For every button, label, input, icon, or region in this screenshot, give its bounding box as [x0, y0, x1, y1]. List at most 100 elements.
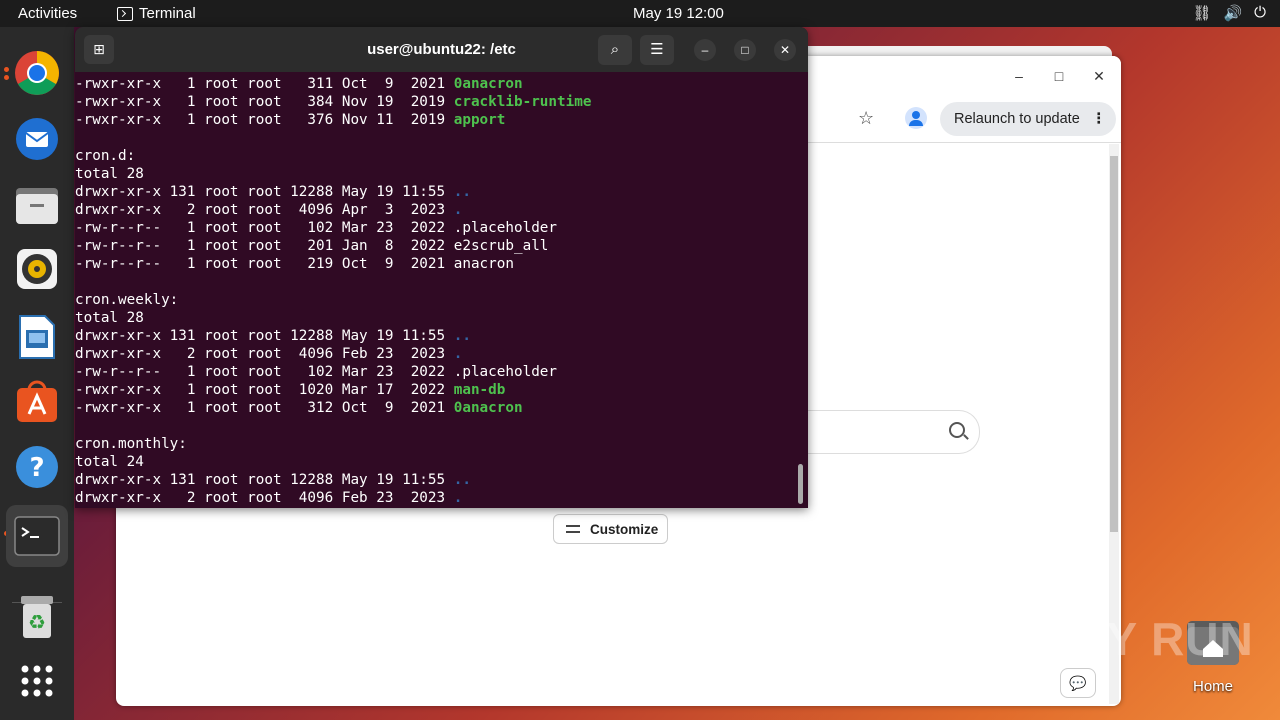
- terminal-line: drwxr-xr-x 131 root root 12288 May 19 11…: [75, 471, 800, 489]
- line-text: drwxr-xr-x 131 root root 12288 May 19 11…: [75, 472, 454, 488]
- file-name: 0anacron: [453, 400, 523, 416]
- file-name: .placeholder: [453, 364, 558, 380]
- close-icon[interactable]: ✕: [774, 39, 796, 61]
- close-icon[interactable]: ✕: [1089, 66, 1109, 86]
- file-name: 0anacron: [453, 76, 523, 92]
- profile-avatar-icon[interactable]: [905, 107, 927, 129]
- terminal-launcher[interactable]: [6, 505, 68, 567]
- software-bag-icon: [17, 380, 57, 422]
- chrome-launcher[interactable]: [11, 47, 63, 99]
- file-name: man-db: [453, 382, 506, 398]
- chrome-icon: [15, 51, 59, 95]
- new-tab-icon[interactable]: ⊞: [84, 35, 114, 64]
- file-name: apport: [453, 112, 506, 128]
- dock: ? ♻: [0, 27, 74, 720]
- terminal-line: total 24: [75, 453, 800, 471]
- help-icon: ?: [16, 446, 58, 488]
- scrollbar-thumb[interactable]: [1110, 156, 1118, 532]
- ubuntu-software-launcher[interactable]: [11, 375, 63, 427]
- system-tray[interactable]: ⛓ 🔊 ⏻: [1192, 4, 1266, 22]
- running-indicator: [4, 75, 9, 80]
- line-text: -rwxr-xr-x 1 root root 384 Nov 19 2019: [75, 94, 454, 110]
- terminal-line: -rw-r--r-- 1 root root 201 Jan 8 2022 e2…: [75, 237, 800, 255]
- terminal-line: -rwxr-xr-x 1 root root 311 Oct 9 2021 0a…: [75, 75, 800, 93]
- app-menu-label: Terminal: [139, 5, 196, 22]
- thunderbird-icon: [16, 118, 58, 160]
- relaunch-label: Relaunch to update: [954, 111, 1080, 127]
- terminal-line: drwxr-xr-x 131 root root 12288 May 19 11…: [75, 183, 800, 201]
- file-name: .: [453, 346, 463, 362]
- help-launcher[interactable]: ?: [11, 441, 63, 493]
- terminal-line: drwxr-xr-x 2 root root 4096 Feb 23 2023 …: [75, 489, 800, 507]
- bookmark-star-icon[interactable]: ☆: [858, 108, 874, 129]
- minimize-icon[interactable]: –: [1009, 66, 1029, 86]
- terminal-icon: [117, 6, 133, 21]
- rhythmbox-launcher[interactable]: [11, 243, 63, 295]
- terminal-line: drwxr-xr-x 2 root root 4096 Feb 23 2023 …: [75, 345, 800, 363]
- line-text: cron.monthly:: [75, 436, 187, 452]
- power-icon: ⏻: [1254, 4, 1266, 21]
- terminal-line: cron.weekly:: [75, 291, 800, 309]
- trash-launcher[interactable]: ♻: [11, 591, 63, 643]
- terminal-line: -rwxr-xr-x 1 root root 312 Oct 9 2021 0a…: [75, 399, 800, 417]
- customize-button[interactable]: Customize: [553, 514, 668, 544]
- activities-button[interactable]: Activities: [18, 5, 77, 22]
- app-menu[interactable]: Terminal: [117, 5, 196, 22]
- line-text: drwxr-xr-x 2 root root 4096 Apr 3 2023: [75, 202, 454, 218]
- terminal-icon: [14, 516, 60, 556]
- terminal-line: cron.monthly:: [75, 435, 800, 453]
- file-name: .: [453, 490, 463, 506]
- terminal-output[interactable]: -rwxr-xr-x 1 root root 311 Oct 9 2021 0a…: [75, 75, 800, 508]
- search-icon: [949, 422, 965, 438]
- terminal-line: -rw-r--r-- 1 root root 102 Mar 23 2022 .…: [75, 219, 800, 237]
- anyrun-watermark: ANY RUN: [1038, 613, 1254, 665]
- svg-text:?: ?: [29, 453, 44, 483]
- terminal-line: drwxr-xr-x 131 root root 12288 May 19 11…: [75, 327, 800, 345]
- volume-icon: 🔊: [1223, 5, 1243, 22]
- terminal-line: drwxr-xr-x 2 root root 4096 Apr 3 2023 .: [75, 201, 800, 219]
- line-text: -rw-r--r-- 1 root root 102 Mar 23 2022: [75, 364, 454, 380]
- files-launcher[interactable]: [11, 179, 63, 231]
- show-applications-button[interactable]: [11, 655, 63, 707]
- libreoffice-impress-launcher[interactable]: [11, 311, 63, 363]
- maximize-icon[interactable]: □: [1049, 66, 1069, 86]
- file-name: cracklib-runtime: [453, 94, 592, 110]
- terminal-window[interactable]: user@ubuntu22: /etc ⊞ ⌕ ☰ – □ ✕ -rwxr-xr…: [75, 27, 808, 508]
- terminal-headerbar[interactable]: user@ubuntu22: /etc ⊞ ⌕ ☰ – □ ✕: [75, 27, 808, 72]
- maximize-icon[interactable]: □: [734, 39, 756, 61]
- line-text: drwxr-xr-x 2 root root 4096 Feb 23 2023: [75, 490, 454, 506]
- terminal-line: -rwxr-xr-x 1 root root 1020 Mar 17 2022 …: [75, 381, 800, 399]
- search-box[interactable]: [806, 410, 980, 454]
- clock[interactable]: May 19 12:00: [633, 5, 724, 22]
- hamburger-menu-icon[interactable]: ☰: [640, 35, 674, 65]
- line-text: total 28: [75, 310, 144, 326]
- file-name: anacron: [453, 256, 514, 272]
- file-name: ..: [453, 184, 471, 200]
- search-icon[interactable]: ⌕: [598, 35, 632, 65]
- feedback-chat-icon[interactable]: 💬: [1060, 668, 1096, 698]
- relaunch-to-update-button[interactable]: Relaunch to update ⋮: [940, 102, 1116, 136]
- terminal-line: total 28: [75, 165, 800, 183]
- line-text: drwxr-xr-x 131 root root 12288 May 19 11…: [75, 184, 454, 200]
- customize-icon: [566, 523, 580, 535]
- network-icon: ⛓: [1192, 5, 1212, 22]
- minimize-icon[interactable]: –: [694, 39, 716, 61]
- terminal-line: -rw-r--r-- 1 root root 219 Oct 9 2021 an…: [75, 255, 800, 273]
- thunderbird-launcher[interactable]: [11, 113, 63, 165]
- terminal-line: -rwxr-xr-x 1 root root 376 Nov 11 2019 a…: [75, 111, 800, 129]
- top-bar: Activities Terminal May 19 12:00 ⛓ 🔊 ⏻: [0, 0, 1280, 27]
- line-text: -rw-r--r-- 1 root root 219 Oct 9 2021: [75, 256, 454, 272]
- line-text: cron.d:: [75, 148, 136, 164]
- line-text: drwxr-xr-x 2 root root 4096 Feb 23 2023: [75, 346, 454, 362]
- terminal-scrollbar-thumb[interactable]: [798, 464, 803, 504]
- running-indicator: [4, 67, 9, 72]
- line-text: -rwxr-xr-x 1 root root 376 Nov 11 2019: [75, 112, 454, 128]
- terminal-line: -rwxr-xr-x 1 root root 384 Nov 19 2019 c…: [75, 93, 800, 111]
- line-text: -rwxr-xr-x 1 root root 311 Oct 9 2021: [75, 76, 454, 92]
- home-folder-label[interactable]: Home: [1170, 678, 1256, 695]
- file-name: .placeholder: [453, 220, 558, 236]
- terminal-line: -rw-r--r-- 1 root root 102 Mar 23 2022 .…: [75, 363, 800, 381]
- terminal-line: total 28: [75, 309, 800, 327]
